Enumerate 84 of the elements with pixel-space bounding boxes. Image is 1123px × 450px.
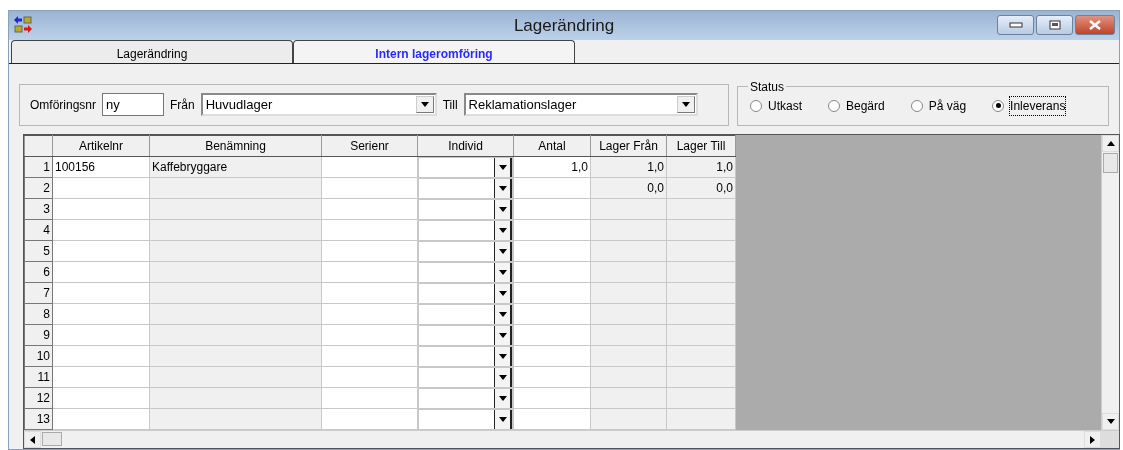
row-number: 13 xyxy=(24,408,53,430)
caret-icon xyxy=(498,164,507,170)
column-header[interactable]: Serienr xyxy=(321,135,418,156)
dropdown-button[interactable] xyxy=(494,220,512,240)
table-cell: 100156 xyxy=(52,156,150,178)
row-number: 9 xyxy=(24,324,53,346)
from-dropdown[interactable]: Huvudlager xyxy=(200,93,437,116)
up-arrow-icon xyxy=(1106,140,1115,146)
caret-icon xyxy=(498,269,507,275)
dropdown-button[interactable] xyxy=(494,262,512,282)
caret-icon xyxy=(498,185,507,191)
horizontal-scrollbar[interactable] xyxy=(24,430,1119,448)
radio-label[interactable]: Begärd xyxy=(846,96,885,115)
minimize-button[interactable] xyxy=(997,15,1034,36)
row-number: 1 xyxy=(24,156,53,178)
to-dropdown[interactable]: Reklamationslager xyxy=(463,93,698,116)
left-arrow-icon xyxy=(30,435,35,444)
field-label: Till xyxy=(442,96,458,114)
caret-icon xyxy=(1106,419,1115,424)
caret-icon xyxy=(498,248,507,254)
row-number: 4 xyxy=(24,219,53,241)
row-number: 7 xyxy=(24,282,53,304)
dropdown-button[interactable] xyxy=(494,388,512,408)
column-header[interactable]: Lager Till xyxy=(666,135,736,156)
close-button[interactable] xyxy=(1075,15,1115,36)
scrollbar-corner xyxy=(1101,431,1119,448)
dropdown-button[interactable] xyxy=(494,367,512,387)
dropdown-button[interactable] xyxy=(494,199,512,219)
radio-label[interactable]: Inleverans xyxy=(1010,96,1066,115)
row-number: 10 xyxy=(24,345,53,367)
caret-icon xyxy=(498,374,507,380)
column-header[interactable]: Lager Från xyxy=(590,135,667,156)
caret-icon xyxy=(498,290,507,296)
tab[interactable]: Lagerändring xyxy=(11,39,293,63)
maximize-icon xyxy=(1048,20,1061,31)
scroll-thumb[interactable] xyxy=(1103,152,1118,173)
dropdown-button[interactable] xyxy=(494,283,512,303)
row-number: 12 xyxy=(24,387,53,409)
field-label: Från xyxy=(170,96,195,114)
dropdown-button[interactable] xyxy=(494,346,512,366)
dropdown-button[interactable] xyxy=(494,178,512,198)
radio-label[interactable]: Utkast xyxy=(768,96,802,115)
minimize-icon xyxy=(1008,22,1023,29)
window-title: Lagerändring xyxy=(513,15,615,35)
dropdown-button[interactable] xyxy=(494,157,512,177)
column-header[interactable]: Artikelnr xyxy=(52,135,150,156)
column-header[interactable]: Antal xyxy=(513,135,591,156)
row-number: 5 xyxy=(24,240,53,262)
number-field[interactable]: ny xyxy=(102,93,165,116)
close-icon xyxy=(1089,20,1101,31)
dropdown-button[interactable] xyxy=(494,325,512,345)
vertical-scrollbar[interactable] xyxy=(1101,134,1119,430)
dropdown-button[interactable] xyxy=(494,241,512,261)
caret-icon xyxy=(498,332,507,338)
radio-button[interactable] xyxy=(992,99,1005,112)
tab[interactable]: Intern lageromföring xyxy=(293,39,575,63)
row-number: 6 xyxy=(24,261,53,283)
scroll-thumb[interactable] xyxy=(42,432,62,446)
caret-icon xyxy=(498,395,507,401)
radio-label[interactable]: På väg xyxy=(928,96,967,115)
column-header[interactable]: Individ xyxy=(417,135,514,156)
field-label: Omföringsnr xyxy=(30,96,97,114)
caret-icon xyxy=(498,311,507,317)
caret-icon xyxy=(498,206,507,212)
caret-icon xyxy=(681,102,690,107)
caret-icon xyxy=(498,416,507,422)
column-header[interactable]: Benämning xyxy=(149,135,322,156)
caret-icon xyxy=(420,102,429,107)
radio-button[interactable] xyxy=(828,99,840,112)
row-number: 11 xyxy=(24,366,53,388)
radio-button[interactable] xyxy=(910,99,923,112)
dropdown-button[interactable] xyxy=(494,409,512,429)
row-number: 3 xyxy=(24,198,53,220)
app-icon xyxy=(13,15,33,36)
maximize-button[interactable] xyxy=(1036,15,1073,36)
row-number: 2 xyxy=(24,177,53,199)
caret-icon xyxy=(498,353,507,359)
right-arrow-icon xyxy=(1090,435,1095,444)
table-cell: 1,0 xyxy=(513,156,591,178)
dropdown-button[interactable] xyxy=(494,304,512,324)
caret-icon xyxy=(498,227,507,233)
radio-button[interactable] xyxy=(750,99,762,112)
row-number: 8 xyxy=(24,303,53,325)
table-cell: Kaffebryggare xyxy=(149,156,322,178)
